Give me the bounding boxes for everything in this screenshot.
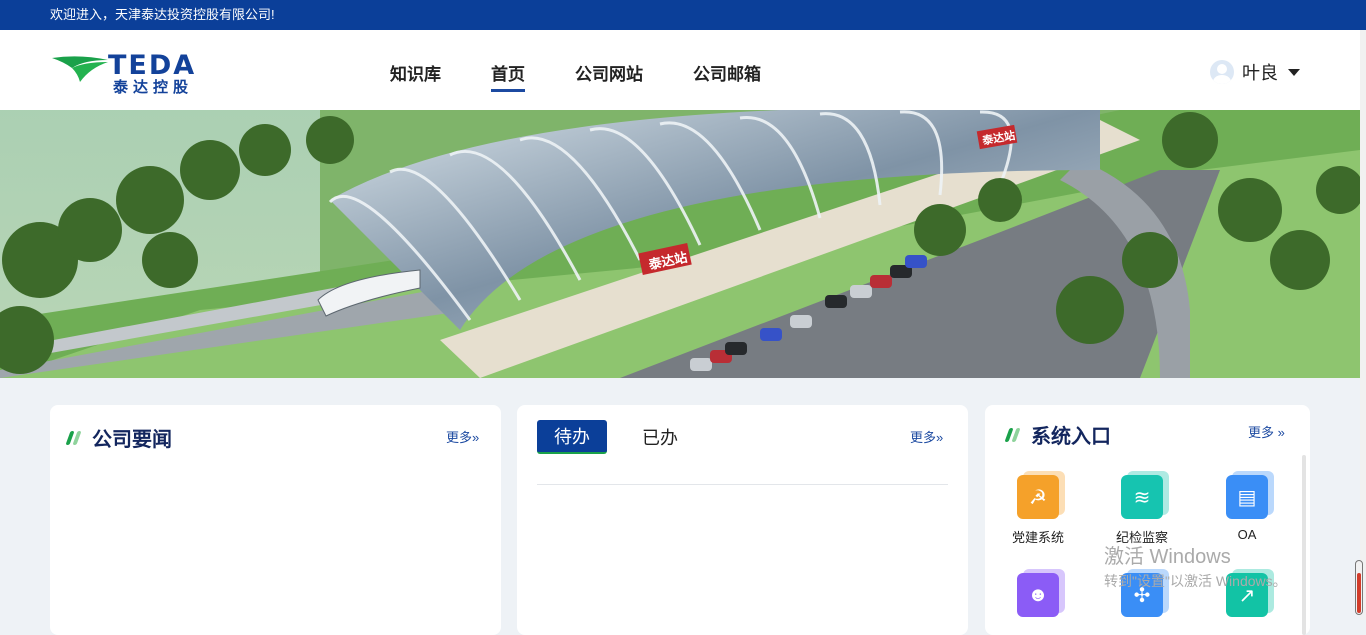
system-item-discipline[interactable]: ≋ 纪检监察	[1092, 471, 1192, 546]
welcome-text: 欢迎进入，天津泰达投资控股有限公司!	[50, 7, 275, 22]
nav-company-mail[interactable]: 公司邮箱	[693, 60, 761, 91]
tab-done[interactable]: 已办	[625, 421, 695, 453]
system-more-link[interactable]: 更多 »	[1248, 422, 1285, 441]
title-mark-icon	[66, 430, 82, 446]
todo-more-link[interactable]: 更多»	[910, 427, 943, 446]
avatar	[1210, 60, 1234, 84]
user-menu[interactable]: 叶良	[1210, 59, 1300, 85]
system-item-party[interactable]: ☭ 党建系统	[988, 471, 1088, 546]
todo-tabs: 待办 已办	[537, 420, 695, 454]
watermark-line2: 转到"设置"以激活 Windows。	[1104, 573, 1287, 589]
watermark-line1: 激活 Windows	[1104, 546, 1231, 568]
system-item-oa[interactable]: ▤ OA	[1197, 471, 1297, 542]
news-card: 公司要闻 更多»	[50, 405, 501, 635]
teda-leaf-icon	[52, 56, 108, 82]
page-scrollbar[interactable]	[1360, 30, 1366, 620]
logo[interactable]: TEDA 泰达控股	[50, 50, 215, 96]
tab-todo[interactable]: 待办	[537, 420, 607, 454]
system-item-label: 党建系统	[1011, 530, 1064, 545]
layers-icon: ≋	[1121, 475, 1163, 519]
welcome-bar: 欢迎进入，天津泰达投资控股有限公司!	[0, 0, 1366, 30]
system-title: 系统入口	[1031, 426, 1111, 448]
news-more-link[interactable]: 更多»	[446, 427, 479, 446]
todo-divider	[537, 484, 948, 485]
logo-cn: 泰达控股	[113, 79, 194, 96]
document-icon: ▤	[1226, 475, 1268, 519]
banner-carousel[interactable]: 泰达站 泰达站	[0, 110, 1360, 378]
system-card: 系统入口 更多 » ☭ 党建系统 ≋ 纪检监察 ▤ OA ☻ ✣ ↗	[985, 405, 1310, 635]
system-card-title: 系统入口	[1005, 420, 1111, 449]
nav-company-site[interactable]: 公司网站	[575, 60, 643, 91]
system-card-scrollbar[interactable]	[1302, 455, 1306, 635]
header: TEDA 泰达控股 知识库 首页 公司网站 公司邮箱 叶良	[0, 30, 1366, 110]
banner-image: 泰达站 泰达站	[0, 110, 1360, 378]
main-nav: 知识库 首页 公司网站 公司邮箱	[390, 60, 761, 92]
system-item-hr[interactable]: ☻	[988, 569, 1088, 625]
user-name: 叶良	[1242, 63, 1278, 83]
thermometer-icon	[1355, 560, 1363, 615]
nav-knowledge[interactable]: 知识库	[390, 60, 441, 91]
news-card-title: 公司要闻	[66, 423, 172, 452]
title-mark-icon	[1005, 427, 1021, 443]
party-icon: ☭	[1017, 475, 1059, 519]
todo-card: 待办 已办 更多»	[517, 405, 968, 635]
person-icon: ☻	[1017, 573, 1059, 617]
caret-down-icon	[1288, 68, 1300, 76]
windows-activation-watermark: 激活 Windows 转到"设置"以激活 Windows。	[1104, 540, 1287, 591]
news-title: 公司要闻	[92, 429, 172, 451]
nav-home[interactable]: 首页	[491, 60, 525, 92]
